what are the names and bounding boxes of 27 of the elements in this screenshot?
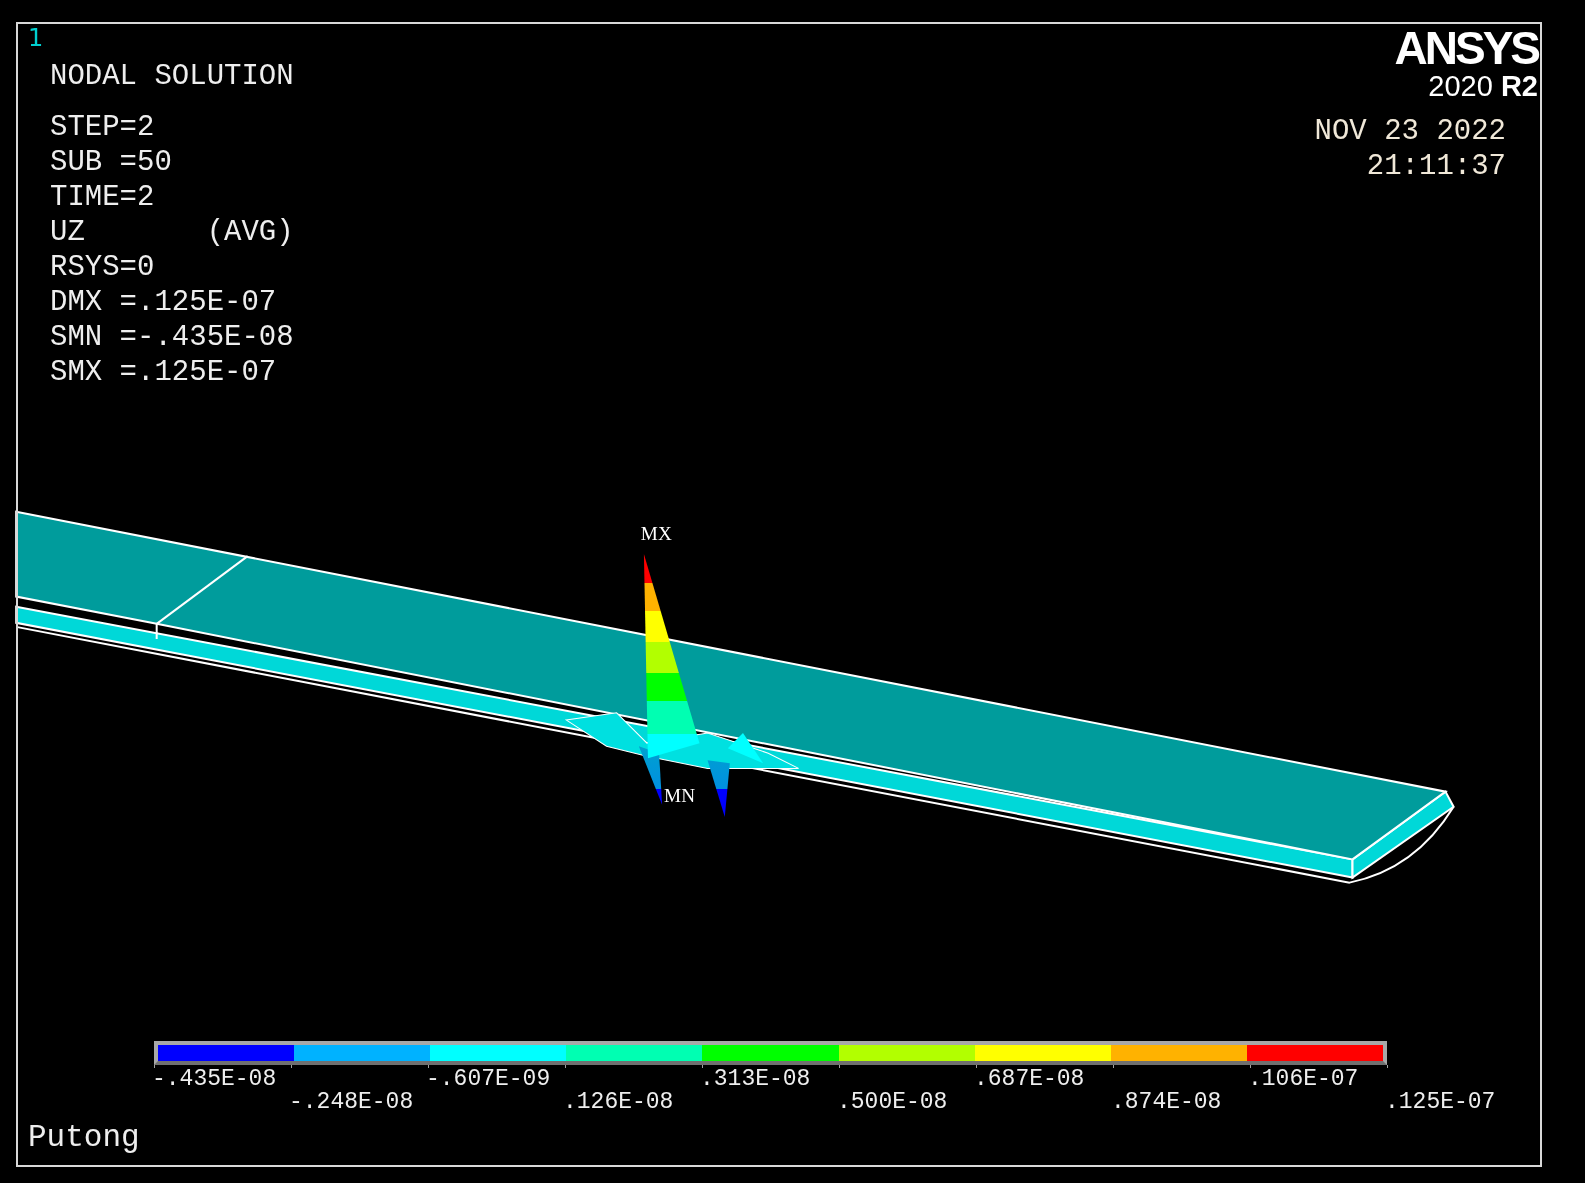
legend-value-label: .874E-08 [1111, 1091, 1223, 1114]
result-info-line: UZ (AVG) [50, 215, 294, 250]
legend-value-label: -.607E-09 [426, 1068, 552, 1091]
result-info-line: SUB =50 [50, 145, 173, 180]
date-time-text: NOV 23 2022 [1314, 114, 1506, 149]
model-title: Putong [28, 1120, 141, 1156]
legend-value-label: .126E-08 [563, 1091, 675, 1114]
legend-value-label: .500E-08 [837, 1091, 949, 1114]
legend-value-label: .125E-07 [1385, 1091, 1497, 1114]
legend-value-label: -.248E-08 [289, 1091, 415, 1114]
result-info-line: TIME=2 [50, 180, 156, 215]
legend-value-label: .687E-08 [974, 1068, 1086, 1091]
result-info-line: RSYS=0 [50, 250, 156, 285]
result-info-line: SMN =-.435E-08 [50, 320, 294, 355]
plot-title: NODAL SOLUTION [50, 59, 294, 94]
result-info-line: STEP=2 [50, 110, 156, 145]
window-number: 1 [28, 24, 44, 52]
legend-value-label: .313E-08 [700, 1068, 812, 1091]
result-info-line: DMX =.125E-07 [50, 285, 278, 320]
max-marker-label: MX [640, 522, 672, 544]
result-info-line: SMX =.125E-07 [50, 355, 278, 390]
min-marker-label: MN [664, 784, 696, 806]
legend-value-label: .106E-07 [1248, 1068, 1360, 1091]
logo-wordmark: ANSYS [1394, 26, 1538, 70]
logo-version: 2020 R2 [1428, 70, 1538, 102]
date-time-text: 21:11:37 [1366, 149, 1506, 184]
legend-value-label: -.435E-08 [152, 1068, 278, 1091]
